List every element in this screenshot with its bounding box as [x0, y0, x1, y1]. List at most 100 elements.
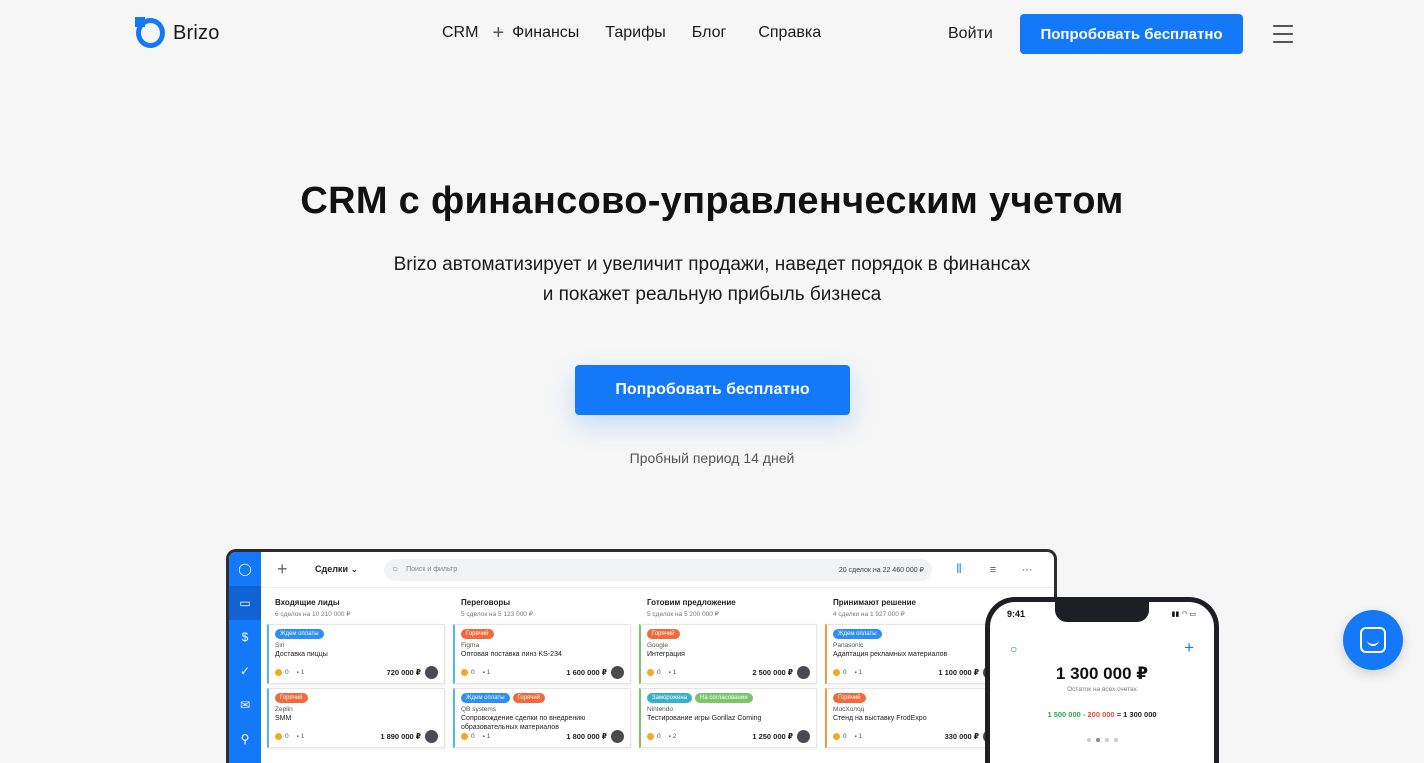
phone-search-icon: ○	[1010, 642, 1018, 656]
column-summary: 6 сделок на 10 210 000 ₽	[275, 611, 351, 618]
deal-comments-count: 1	[858, 733, 863, 740]
deal-tags: Ждем оплаты Горячий	[461, 693, 624, 703]
task-status-icon	[647, 733, 654, 740]
deal-amount: 1 600 000 ₽	[566, 668, 607, 677]
deal-comments-count: 1	[486, 733, 491, 740]
deals-count: 20 сделок на 22 460 000 ₽	[838, 566, 925, 574]
comment-icon: ▪	[854, 669, 857, 676]
trial-note: Пробный период 14 дней	[629, 450, 795, 466]
deal-footer: 0 ▪ 1 1 100 000 ₽	[833, 666, 996, 679]
deal-tags: Горячий	[461, 629, 624, 639]
column-title: Входящие лиды	[275, 598, 340, 607]
deal-tasks-count: 0	[471, 669, 475, 676]
deal-comments-count: 1	[858, 669, 863, 676]
deal-amount: 720 000 ₽	[386, 668, 421, 677]
task-status-icon	[275, 669, 282, 676]
phone-expense: - 200 000	[1082, 710, 1115, 719]
deal-title: Тестирование игры Gorillaz Coming	[647, 715, 762, 722]
main-nav: CRM + Финансы Тарифы Блог Справка	[442, 23, 821, 43]
task-status-icon	[833, 669, 840, 676]
brizo-logo[interactable]: Brizo	[135, 17, 220, 48]
kanban-column: Входящие лиды 6 сделок на 10 210 000 ₽ Жде…	[267, 590, 453, 752]
nav-blog[interactable]: Блог	[692, 24, 727, 42]
deal-card: Горячий Google Интеграция 0 ▪ 1 2 500 000 ₽	[639, 624, 817, 684]
column-title: Готовим предложение	[647, 598, 736, 607]
deal-comments-count: 1	[300, 733, 305, 740]
comment-icon: ▪	[668, 669, 671, 676]
deal-company: Panasonic	[833, 642, 864, 649]
search-placeholder: Поиск и фильтр	[406, 566, 458, 573]
task-status-icon	[647, 669, 654, 676]
hero-subtitle-line-1: Brizo автоматизирует и увеличит продажи,…	[393, 254, 1031, 275]
deal-tags: Горячий	[647, 629, 810, 639]
deal-amount: 2 500 000 ₽	[752, 668, 793, 677]
deal-title: Оптовая поставка линз KS-234	[461, 651, 562, 658]
deal-comments-count: 1	[486, 669, 491, 676]
comment-icon: ▪	[482, 733, 485, 740]
comment-icon: ▪	[668, 733, 671, 740]
app-logo-icon: ◯	[238, 562, 252, 576]
deal-card: Ждем оплаты Panasonic Адаптация рекламных …	[825, 624, 1003, 684]
brizo-logo-icon	[135, 17, 165, 48]
deal-card: Горячий МосХолод Стенд на выставку FrodExp…	[825, 688, 1003, 748]
phone-status-icon: ▮▮ ◠ ▭	[1171, 611, 1196, 618]
nav-crm[interactable]: CRM	[442, 24, 478, 42]
avatar	[425, 730, 438, 743]
login-link[interactable]: Войти	[948, 25, 993, 43]
avatar	[425, 666, 438, 679]
phone-cashflow: 1 500 000 - 200 000 = 1 300 000	[990, 710, 1214, 719]
deal-tasks-count: 0	[285, 669, 289, 676]
phone-income: 1 500 000	[1047, 710, 1081, 719]
deal-amount: 1 100 000 ₽	[938, 668, 979, 677]
hero-subtitle: Brizo автоматизирует и увеличит продажи,…	[0, 250, 1424, 310]
deal-title: Интеграция	[647, 651, 685, 658]
avatar	[611, 666, 624, 679]
phone-notch	[1055, 602, 1149, 622]
deal-card: Горячий Zeplin SMM 0 ▪ 1 1 890 000 ₽	[267, 688, 445, 748]
tasks-icon: ✓	[239, 664, 251, 678]
search-icon: ○	[392, 564, 399, 575]
deal-company: Google	[647, 642, 668, 649]
hamburger-menu-icon[interactable]	[1273, 25, 1293, 43]
phone-result: = 1 300 000	[1116, 710, 1157, 719]
nav-tariffs[interactable]: Тарифы	[605, 24, 665, 42]
deal-card: Ждем оплаты Siri Доставка пиццы 0 ▪ 1 720 000 …	[267, 624, 445, 684]
deal-card: Ждем оплаты Горячий QB systems Сопровождени…	[453, 688, 631, 748]
deal-comments-count: 1	[672, 669, 677, 676]
deal-title: Стенд на выставку FrodExpo	[833, 715, 927, 722]
deal-comments-count: 2	[672, 733, 677, 740]
deal-tags: Ждем оплаты	[833, 629, 996, 639]
phone-balance: 1 300 000 ₽	[1055, 664, 1149, 683]
deal-tasks-count: 0	[843, 669, 847, 676]
deal-tasks-count: 0	[471, 733, 475, 740]
kanban-board: Входящие лиды 6 сделок на 10 210 000 ₽ Жде…	[261, 590, 1054, 752]
app-search: ○ Поиск и фильтр 20 сделок на 22 460 000…	[384, 558, 933, 581]
nav-help[interactable]: Справка	[758, 24, 821, 42]
chat-widget-button[interactable]	[1343, 610, 1403, 670]
deal-tag: Ждем оплаты	[275, 629, 324, 639]
deal-company: Nintendo	[647, 706, 674, 713]
phone-pager-dots	[990, 738, 1214, 742]
kanban-column: Готовим предложение 5 сделок на 5 200 000…	[639, 590, 825, 752]
nav-finance[interactable]: Финансы	[512, 24, 579, 42]
deal-tags: Горячий	[833, 693, 996, 703]
deal-footer: 0 ▪ 2 1 250 000 ₽	[647, 730, 810, 743]
kanban-column: Принимают решение 4 сделки на 1 927 000 ₽…	[825, 590, 1011, 752]
deal-company: МосХолод	[833, 706, 865, 713]
logo-text: Brizo	[173, 21, 220, 44]
deal-amount: 1 890 000 ₽	[380, 732, 421, 741]
kanban-view-icon: ⫼	[956, 563, 962, 575]
deal-amount: 1 250 000 ₽	[752, 732, 793, 741]
kanban-column: Переговоры 5 сделок на 5 123 000 ₽ Горячий…	[453, 590, 639, 752]
deal-amount: 330 000 ₽	[944, 732, 979, 741]
deal-title: Доставка пиццы	[275, 651, 328, 658]
task-status-icon	[461, 733, 468, 740]
try-free-main-button[interactable]: Попробовать бесплатно	[575, 365, 850, 415]
deal-footer: 0 ▪ 1 720 000 ₽	[275, 666, 438, 679]
try-free-header-button[interactable]: Попробовать бесплатно	[1020, 14, 1243, 54]
phone-balance-label: Остаток на всех счетах	[1067, 686, 1137, 693]
deal-tag: Горячий	[647, 629, 680, 639]
column-summary: 4 сделки на 1 927 000 ₽	[833, 611, 905, 618]
deal-title: SMM	[275, 715, 292, 722]
deal-tag: Заморожена	[647, 693, 693, 703]
